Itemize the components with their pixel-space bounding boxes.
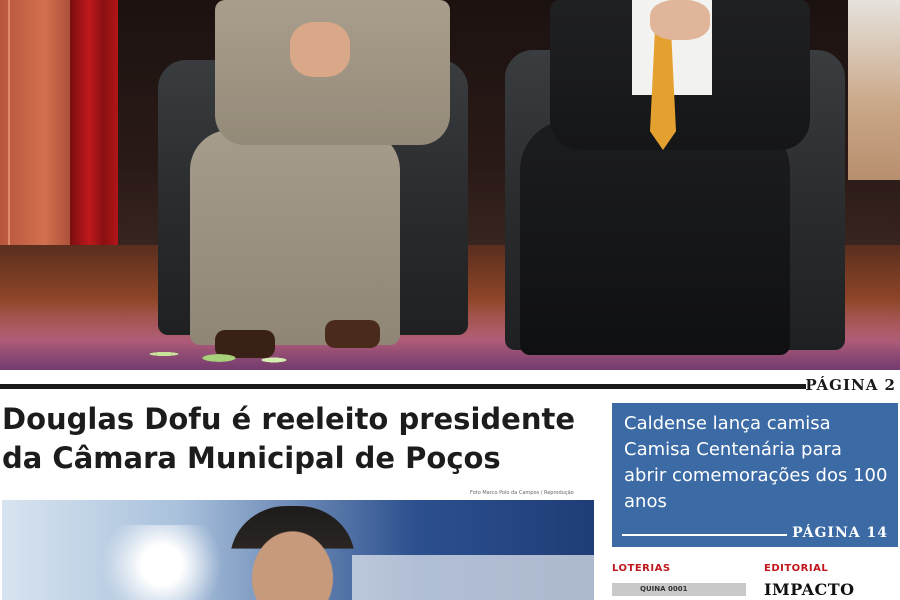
wall-panel xyxy=(0,0,75,260)
left-person-hands xyxy=(290,22,350,77)
plants xyxy=(120,330,340,370)
top-story-page-ref[interactable]: PÁGINA 2 xyxy=(805,376,896,394)
editorial-label: EDITORIAL xyxy=(764,563,829,574)
right-person-legs xyxy=(520,120,790,355)
story-photo xyxy=(2,500,594,600)
loterias-label: LOTERIAS xyxy=(612,563,671,574)
red-curtain xyxy=(70,0,118,245)
left-person-legs xyxy=(190,130,400,345)
headline-line-2: da Câmara Municipal de Poços xyxy=(2,441,501,475)
loterias-bar-text: QUINA 0001 xyxy=(640,585,688,593)
right-person-hands xyxy=(650,0,710,40)
person-portrait xyxy=(230,506,355,600)
sidebar-teaser[interactable]: Caldense lança camisa Camisa Centenária … xyxy=(612,403,898,547)
section-rule xyxy=(0,384,806,389)
editorial-title[interactable]: IMPACTO xyxy=(764,580,855,599)
main-headline[interactable]: Douglas Dofu é reeleito presidente da Câ… xyxy=(2,400,602,478)
photo-credit: Foto Marco Polo da Campos / Reprodução xyxy=(470,490,574,496)
camera-flash xyxy=(102,525,222,600)
top-photo xyxy=(0,0,900,370)
side-person xyxy=(848,0,900,180)
sidebar-rule xyxy=(622,534,787,536)
sidebar-page-ref: PÁGINA 14 xyxy=(792,525,888,541)
sidebar-teaser-text: Caldense lança camisa Camisa Centenária … xyxy=(624,413,888,512)
flag-backdrop xyxy=(352,555,594,600)
headline-line-1: Douglas Dofu é reeleito presidente xyxy=(2,402,575,436)
